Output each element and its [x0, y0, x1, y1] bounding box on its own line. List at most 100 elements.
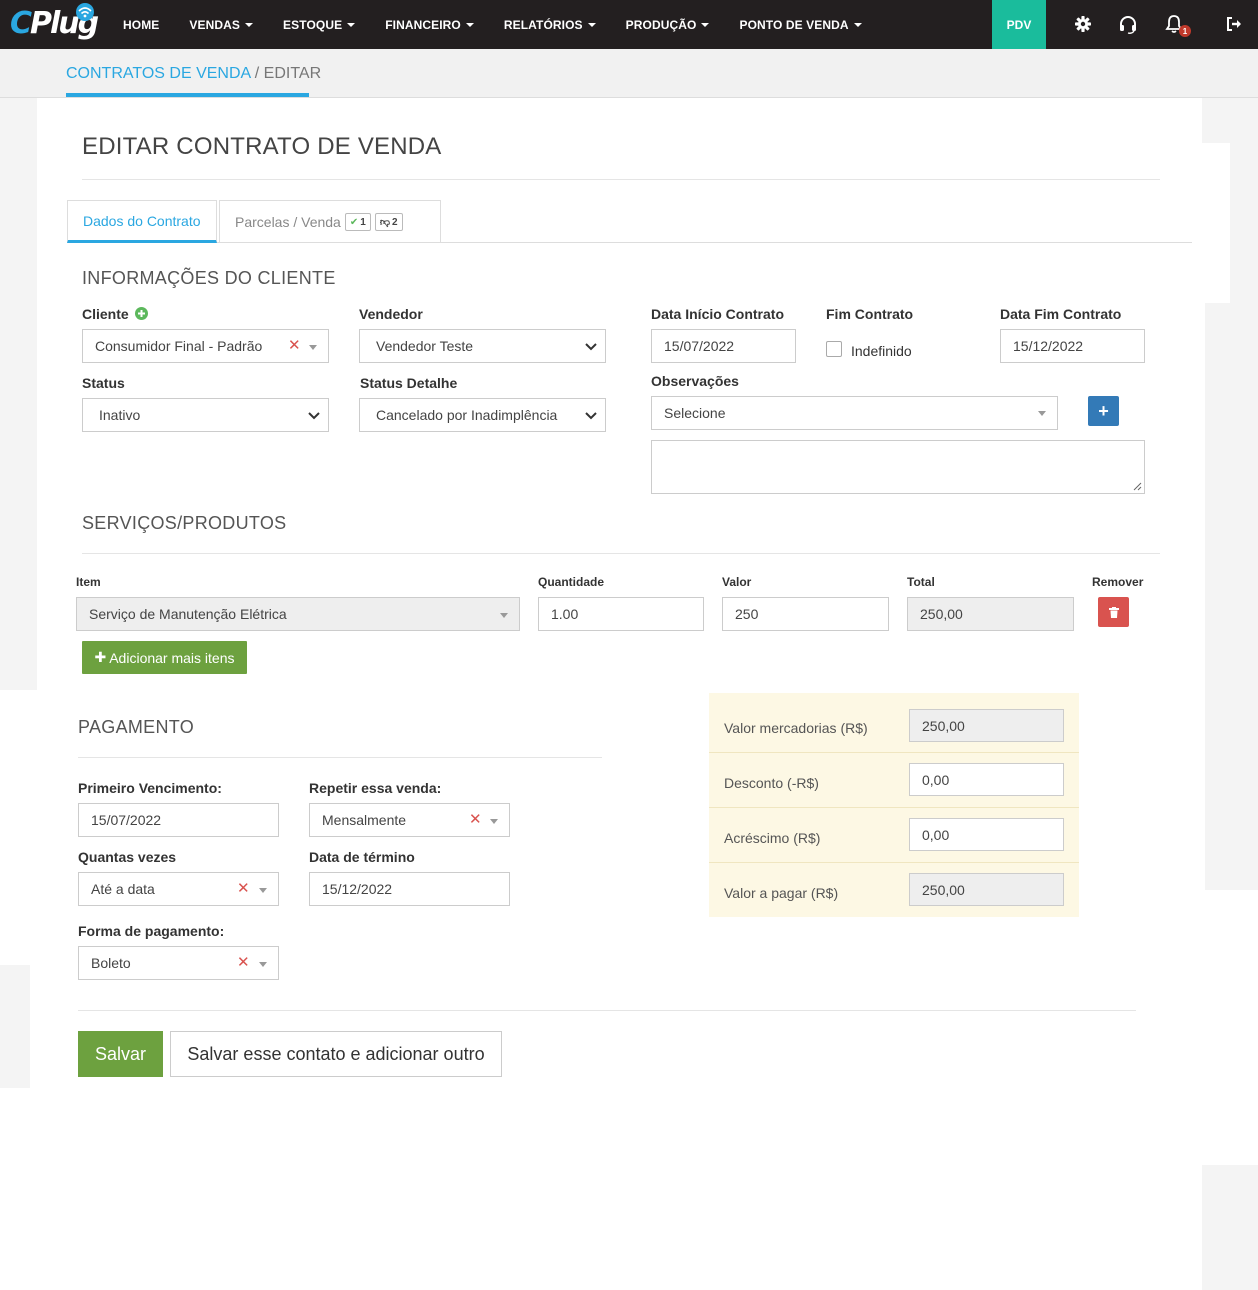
quantas-vezes-label: Quantas vezes	[78, 849, 177, 865]
total-input: 250,00	[907, 597, 1074, 631]
vendedor-label: Vendedor	[359, 306, 423, 322]
breadcrumb-current: EDITAR	[263, 65, 322, 82]
clear-icon[interactable]: ✕	[288, 336, 301, 354]
totals-row: Acréscimo (R$) 0,00	[709, 808, 1079, 863]
tab-parcelas-venda[interactable]: Parcelas / Venda ✔ 1 👎︎ 2	[219, 200, 441, 243]
indefinido-checkbox[interactable]	[826, 341, 842, 357]
fim-contrato-label: Fim Contrato	[826, 306, 914, 322]
cplug-logo[interactable]: CPlug	[10, 3, 102, 46]
repetir-venda-label: Repetir essa venda:	[309, 780, 442, 796]
nav-item-vendas[interactable]: VENDAS	[174, 0, 268, 49]
divider	[78, 1010, 1136, 1011]
data-inicio-input[interactable]: 15/07/2022	[651, 329, 796, 363]
save-and-add-button[interactable]: Salvar esse contato e adicionar outro	[170, 1031, 502, 1077]
col-quantidade-label: Quantidade	[538, 575, 605, 589]
section-title-cliente: INFORMAÇÕES DO CLIENTE	[82, 268, 336, 288]
observacoes-label: Observações	[651, 373, 739, 389]
nav-item-financeiro[interactable]: FINANCEIRO	[370, 0, 489, 49]
top-navbar: CPlug HOME VENDAS ESTOQUE FINANCEIRO RELATÓR…	[0, 0, 1258, 49]
divider	[78, 757, 602, 758]
clear-icon[interactable]: ✕	[237, 953, 250, 971]
remove-item-button[interactable]	[1098, 597, 1129, 627]
paid-badge: ✔ 1	[344, 213, 371, 231]
chevron-down-icon	[500, 613, 508, 618]
cliente-select[interactable]: Consumidor Final - Padrão ✕	[82, 329, 329, 363]
clear-icon[interactable]: ✕	[237, 879, 250, 897]
chevron-down-icon	[490, 819, 498, 824]
right-gutter	[1230, 143, 1258, 303]
caret-down-icon	[853, 22, 862, 27]
totals-panel: Valor mercadorias (R$) 250,00 Desconto (…	[709, 693, 1079, 917]
tab-dados-contrato[interactable]: Dados do Contrato	[67, 200, 217, 243]
divider	[82, 179, 1160, 180]
breadcrumb-parent[interactable]: CONTRATOS DE VENDA	[66, 65, 250, 82]
nav-item-estoque[interactable]: ESTOQUE	[268, 0, 370, 49]
status-select[interactable]: Inativo	[82, 398, 329, 432]
divider	[82, 553, 1160, 554]
breadcrumb-underline	[66, 93, 309, 97]
status-detalhe-select[interactable]: Cancelado por Inadimplência	[359, 398, 606, 432]
valor-input[interactable]: 250	[722, 597, 889, 631]
notification-badge: 1	[1179, 25, 1191, 37]
indefinido-label: Indefinido	[851, 343, 912, 359]
tab-bar: Dados do Contrato Parcelas / Venda ✔ 1 👎︎…	[67, 200, 443, 243]
cliente-label: Cliente	[82, 306, 148, 322]
quantas-vezes-select[interactable]: Até a data ✕	[78, 872, 279, 906]
trash-icon	[1108, 606, 1119, 618]
forma-pagamento-label: Forma de pagamento:	[78, 923, 225, 939]
add-observacao-button[interactable]: +	[1088, 396, 1119, 426]
valor-pagar-input: 250,00	[909, 873, 1064, 906]
repetir-venda-select[interactable]: Mensalmente ✕	[309, 803, 510, 837]
observacoes-select[interactable]: Selecione	[651, 396, 1058, 430]
totals-row: Desconto (-R$) 0,00	[709, 753, 1079, 808]
desconto-input[interactable]: 0,00	[909, 763, 1064, 796]
col-total-label: Total	[907, 575, 935, 589]
pdv-button[interactable]: PDV	[992, 0, 1046, 49]
valor-mercadorias-input: 250,00	[909, 709, 1064, 742]
gear-icon[interactable]	[1072, 13, 1094, 35]
chevron-down-icon	[308, 412, 320, 420]
data-termino-input[interactable]: 15/12/2022	[309, 872, 510, 906]
clear-icon[interactable]: ✕	[469, 810, 482, 828]
vendedor-select[interactable]: Vendedor Teste	[359, 329, 606, 363]
nav-item-produção[interactable]: PRODUÇÃO	[611, 0, 725, 49]
add-more-items-button[interactable]: ✚ Adicionar mais itens	[82, 641, 247, 674]
acrescimo-input[interactable]: 0,00	[909, 818, 1064, 851]
data-inicio-label: Data Início Contrato	[651, 306, 785, 322]
right-gutter	[1202, 98, 1258, 143]
status-detalhe-label: Status Detalhe	[360, 375, 458, 391]
primeiro-vencimento-label: Primeiro Vencimento:	[78, 780, 222, 796]
right-gutter	[1202, 1165, 1258, 1290]
page-title: EDITAR CONTRATO DE VENDA	[82, 133, 442, 160]
status-label: Status	[82, 375, 125, 391]
headset-icon[interactable]	[1117, 13, 1139, 35]
nav-item-relatórios[interactable]: RELATÓRIOS	[489, 0, 611, 49]
chevron-down-icon	[585, 412, 597, 420]
totals-row: Valor a pagar (R$) 250,00	[709, 863, 1079, 918]
data-termino-label: Data de término	[309, 849, 415, 865]
item-select[interactable]: Serviço de Manutenção Elétrica	[76, 597, 520, 631]
left-gutter	[0, 98, 37, 690]
save-button[interactable]: Salvar	[78, 1031, 163, 1077]
breadcrumb: CONTRATOS DE VENDA / EDITAR	[66, 65, 322, 82]
nav-item-ponto-de-venda[interactable]: PONTO DE VENDA	[724, 0, 876, 49]
quantidade-input[interactable]: 1.00	[538, 597, 704, 631]
caret-down-icon	[245, 22, 254, 27]
caret-down-icon	[465, 22, 474, 27]
plus-icon: ✚	[94, 649, 107, 665]
nav-item-home[interactable]: HOME	[108, 0, 174, 49]
observacoes-textarea[interactable]	[651, 440, 1145, 494]
logout-icon[interactable]	[1223, 13, 1245, 35]
data-fim-label: Data Fim Contrato	[1000, 306, 1122, 322]
forma-pagamento-select[interactable]: Boleto ✕	[78, 946, 279, 980]
caret-down-icon	[587, 22, 596, 27]
data-fim-input[interactable]: 15/12/2022	[1000, 329, 1145, 363]
col-item-label: Item	[76, 575, 101, 589]
chevron-down-icon	[1038, 411, 1046, 416]
add-circle-icon[interactable]	[134, 307, 148, 320]
pending-badge: 👎︎ 2	[374, 213, 403, 231]
form-card	[37, 98, 1202, 1088]
left-gutter	[0, 965, 30, 1088]
primeiro-vencimento-input[interactable]: 15/07/2022	[78, 803, 279, 837]
resize-handle-icon[interactable]	[1133, 482, 1142, 491]
